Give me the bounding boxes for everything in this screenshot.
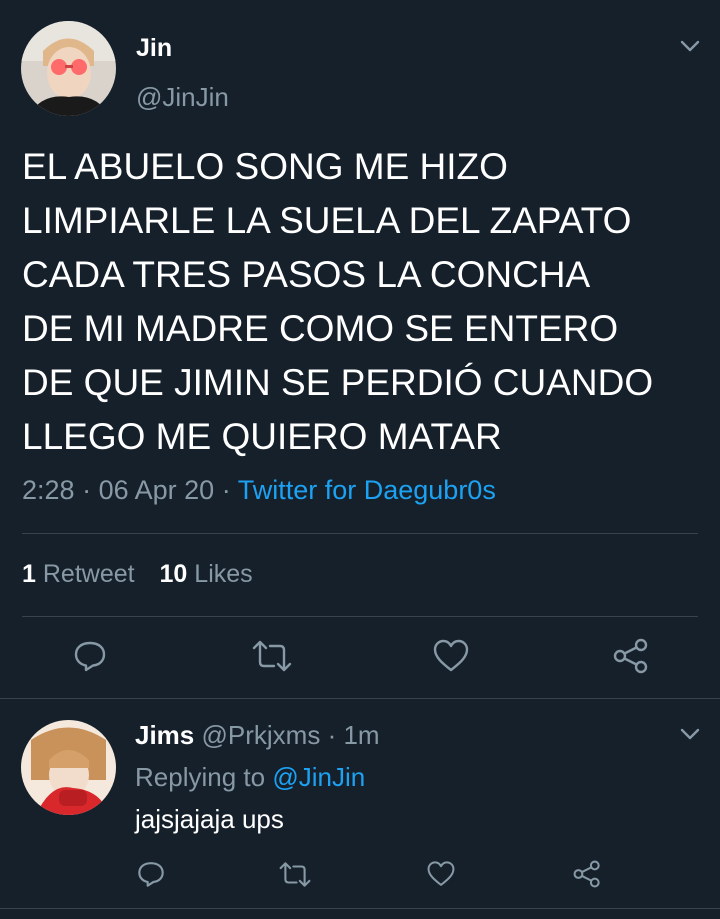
tweet-source-link[interactable]: Twitter for Daegubr0s (238, 475, 496, 505)
separator: · (82, 475, 92, 505)
like-icon[interactable] (424, 858, 458, 890)
separator: · (221, 475, 231, 505)
divider (22, 533, 698, 534)
replying-to: Replying to @JinJin (135, 762, 365, 793)
retweets-stat[interactable]: 1 Retweet (22, 560, 142, 588)
retweets-count: 1 (22, 560, 36, 588)
tweet-text-line: EL ABUELO SONG ME HIZO (22, 146, 508, 187)
retweets-label: Retweet (42, 560, 135, 588)
tweet-text-line: LIMPIARLE LA SUELA DEL ZAPATO (22, 200, 632, 241)
tweet-text-line: DE MI MADRE COMO SE ENTERO (22, 308, 619, 349)
reply-header: Jims @Prkjxms · 1m (135, 720, 380, 751)
tweet-stats: 1 Retweet 10 Likes (22, 560, 253, 589)
tweet-text-line: CADA TRES PASOS LA CONCHA (22, 254, 591, 295)
reply-icon[interactable] (134, 858, 168, 890)
tweet-date: 06 Apr 20 (98, 475, 215, 505)
chevron-down-icon[interactable] (678, 724, 702, 744)
tweet-text-line: LLEGO ME QUIERO MATAR (22, 416, 502, 457)
tweet-text-line: DE QUE JIMIN SE PERDIÓ CUANDO (22, 362, 654, 403)
author-handle[interactable]: @Prkjxms (202, 720, 321, 750)
tweet-time: 2:28 (22, 475, 75, 505)
tweet-text: EL ABUELO SONG ME HIZO LIMPIARLE LA SUEL… (22, 140, 702, 464)
likes-stat[interactable]: 10 Likes (160, 560, 253, 588)
retweet-icon[interactable] (277, 858, 313, 890)
likes-count: 10 (159, 560, 188, 588)
replying-to-link[interactable]: @JinJin (272, 762, 365, 792)
avatar[interactable] (21, 21, 116, 116)
tweet-meta: 2:28 · 06 Apr 20 · Twitter for Daegubr0s (22, 475, 496, 506)
retweet-icon[interactable] (250, 636, 294, 676)
replying-prefix: Replying to (135, 762, 266, 792)
separator: · (327, 720, 337, 750)
divider (22, 616, 698, 617)
reply-text: jajsjajaja ups (135, 804, 284, 834)
author-name[interactable]: Jims (135, 720, 194, 750)
divider (0, 698, 720, 699)
chevron-down-icon[interactable] (678, 36, 702, 56)
reply-time: 1m (343, 720, 380, 750)
avatar[interactable] (21, 720, 116, 815)
likes-label: Likes (194, 560, 253, 588)
share-icon[interactable] (570, 858, 604, 890)
author-handle[interactable]: @JinJin (136, 82, 229, 113)
like-icon[interactable] (430, 636, 472, 676)
share-icon[interactable] (610, 636, 652, 676)
reply-icon[interactable] (70, 636, 110, 676)
divider (0, 908, 720, 909)
author-name[interactable]: Jin (136, 34, 172, 63)
